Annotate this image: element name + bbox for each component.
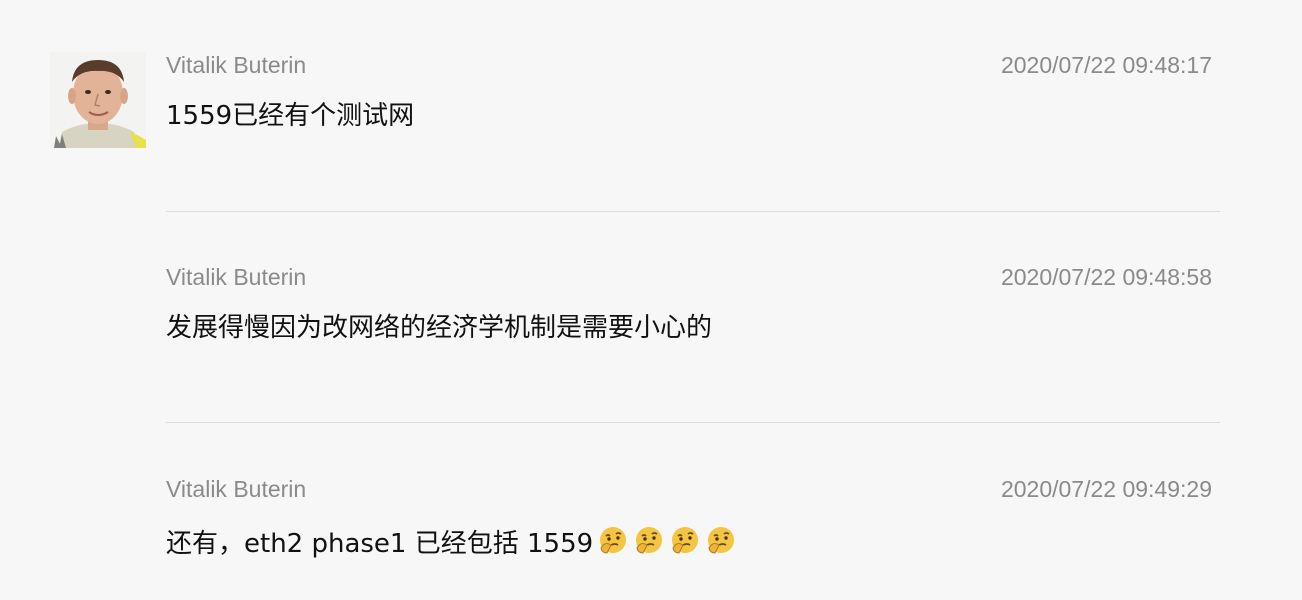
message-meta: Vitalik Buterin 2020/07/22 09:48:17 <box>166 52 1220 92</box>
emoji-group <box>597 524 737 556</box>
avatar-portrait <box>50 52 146 148</box>
thinking-face-icon <box>636 527 663 554</box>
divider <box>166 211 1220 212</box>
message-meta: Vitalik Buterin 2020/07/22 09:49:29 <box>166 476 1220 516</box>
timestamp: 2020/07/22 09:48:17 <box>1000 52 1212 78</box>
thinking-face-icon <box>600 527 627 554</box>
thinking-face-icon <box>672 527 699 554</box>
author-name[interactable]: Vitalik Buterin <box>166 52 306 78</box>
timestamp: 2020/07/22 09:49:29 <box>1000 476 1212 502</box>
chat-thread: Vitalik Buterin 2020/07/22 09:48:17 1559… <box>0 0 1302 600</box>
message-text: 发展得慢因为改网络的经济学机制是需要小心的 <box>166 313 713 343</box>
message-item: Vitalik Buterin 2020/07/22 09:48:58 发展得慢… <box>166 264 1220 344</box>
message-meta: Vitalik Buterin 2020/07/22 09:48:58 <box>166 264 1220 304</box>
author-name[interactable]: Vitalik Buterin <box>166 476 306 502</box>
author-name[interactable]: Vitalik Buterin <box>166 264 306 290</box>
message-text-line: 还有，eth2 phase1 已经包括 1559 <box>166 524 1220 560</box>
message-item: Vitalik Buterin 2020/07/22 09:49:29 还有，e… <box>166 476 1220 560</box>
message-text: 1559已经有个测试网 <box>166 101 415 131</box>
message-item: Vitalik Buterin 2020/07/22 09:48:17 1559… <box>166 52 1220 132</box>
timestamp: 2020/07/22 09:48:58 <box>1000 264 1212 290</box>
thinking-face-icon <box>708 527 735 554</box>
avatar[interactable] <box>50 52 146 148</box>
message-text: 还有，eth2 phase1 已经包括 1559 <box>166 529 594 559</box>
divider <box>166 422 1220 423</box>
